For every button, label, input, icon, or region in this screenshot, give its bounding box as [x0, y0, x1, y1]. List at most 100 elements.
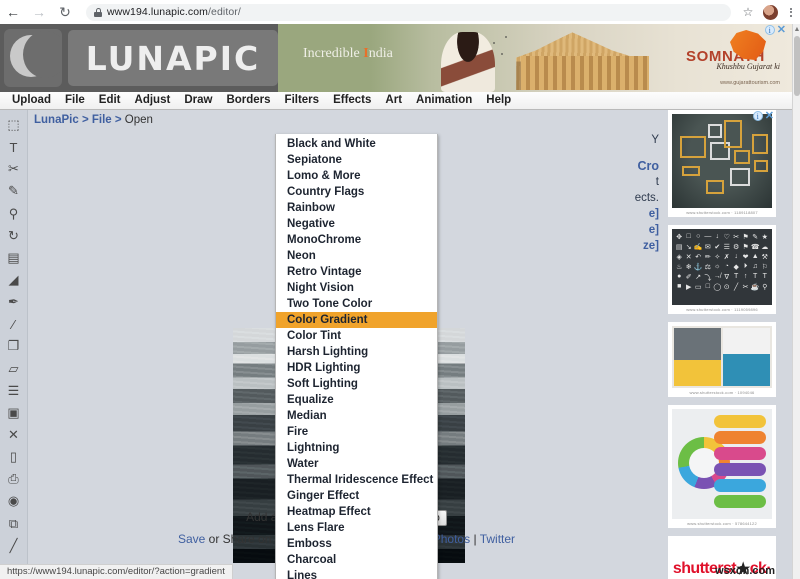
filter-item-sepiatone[interactable]: Sepiatone [276, 152, 437, 168]
reload-button[interactable]: ↻ [52, 0, 78, 24]
right-ad-rail: i ✕ www.shutterstock.com · 1189118807 ✥ □… [665, 110, 779, 579]
lunapic-logo[interactable]: LUNAPIC [0, 24, 278, 92]
ad-icon: ▶ [685, 284, 692, 291]
filter-item-retro-vintage[interactable]: Retro Vintage [276, 264, 437, 280]
page-viewport: LUNAPIC Incredible India SOMNATH Khushbu… [0, 24, 792, 579]
menu-item-edit[interactable]: Edit [92, 92, 128, 109]
filter-item-water[interactable]: Water [276, 456, 437, 472]
scrollbar-thumb[interactable] [794, 36, 800, 96]
eraser-icon[interactable]: ▱ [1, 358, 27, 380]
line-tool-icon[interactable]: ╱ [1, 535, 27, 557]
scissors-cut-icon[interactable]: ✂ [1, 158, 27, 180]
filter-item-charcoal[interactable]: Charcoal [276, 552, 437, 568]
magnifier-zoom-icon[interactable]: ⚲ [1, 203, 27, 225]
close-icon[interactable]: ✕ [765, 111, 774, 122]
filter-item-monochrome[interactable]: MonoChrome [276, 232, 437, 248]
breadcrumb-root[interactable]: LunaPic [34, 114, 79, 126]
save-link[interactable]: Save [178, 532, 205, 546]
breadcrumb-section[interactable]: File [92, 114, 112, 126]
text-tool-icon[interactable]: T [1, 136, 27, 158]
filters-dropdown-menu[interactable]: Black and White Sepiatone Lomo & More Count… [275, 134, 438, 579]
camera-icon[interactable]: ◉ [1, 490, 27, 512]
menu-item-effects[interactable]: Effects [326, 92, 378, 109]
filter-item-color-tint[interactable]: Color Tint [276, 328, 437, 344]
ad-icon: ↓ [734, 253, 738, 260]
filter-item-night-vision[interactable]: Night Vision [276, 280, 437, 296]
menu-item-borders[interactable]: Borders [219, 92, 277, 109]
filter-item-lens-flare[interactable]: Lens Flare [276, 520, 437, 536]
forward-button[interactable]: → [26, 0, 52, 24]
menu-item-filters[interactable]: Filters [278, 92, 327, 109]
icon-grid-image: ✥ □ ○ — ↓ ♡ ✂ ⚑ ✎ ★ ▤ ↘ ✍ ✉ ✔ ☰ ⚙ ⚑ ☎ ☁ ◈ ✕ ↶ ✏ ✧ ✗ ↓ ❤ ▲ ⚒ ♨ ❄ ⚓ ⚖ ☼ ◔ ◆ ⏵ ♫ ⚐… [672, 229, 772, 305]
twitter-link[interactable]: Twitter [480, 532, 515, 546]
filter-item-country-flags[interactable]: Country Flags [276, 184, 437, 200]
share-pipe: | [470, 532, 480, 546]
menu-item-help[interactable]: Help [479, 92, 518, 109]
gradient-fill-icon[interactable]: ▤ [1, 247, 27, 269]
vertical-scrollbar[interactable]: ▲ [792, 24, 800, 579]
layers-copy-icon[interactable]: ❐ [1, 335, 27, 357]
top-ad-banner[interactable]: Incredible India SOMNATH Khushbu Gujarat… [278, 24, 792, 92]
icon-set-ad[interactable]: ✥ □ ○ — ↓ ♡ ✂ ⚑ ✎ ★ ▤ ↘ ✍ ✉ ✔ ☰ ⚙ ⚑ ☎ ☁ ◈ ✕ ↶ ✏ ✧ ✗ ↓ ❤ ▲ ⚒ ♨ ❄ ⚓ ⚖ ☼ ◔ ◆ ⏵ ♫ ⚐… [668, 225, 776, 314]
menu-item-art[interactable]: Art [378, 92, 409, 109]
filter-item-hdr-lighting[interactable]: HDR Lighting [276, 360, 437, 376]
scroll-up-arrow-icon[interactable]: ▲ [793, 24, 800, 35]
ad-caption: www.shutterstock.com · 1094046 [689, 390, 755, 395]
menu-item-animation[interactable]: Animation [409, 92, 479, 109]
menu-item-adjust[interactable]: Adjust [128, 92, 178, 109]
filter-item-two-tone-color[interactable]: Two Tone Color [276, 296, 437, 312]
adchoices-info-icon[interactable]: i [752, 111, 763, 121]
ad-tagline: Incredible India [303, 46, 393, 61]
ad-icon: ⚓ [693, 264, 703, 271]
ad-icon: ✎ [752, 234, 759, 241]
address-bar[interactable]: www194.lunapic.com/editor/ [86, 3, 731, 21]
filter-item-rainbow[interactable]: Rainbow [276, 200, 437, 216]
ad-icon: ⚐ [761, 264, 768, 271]
close-icon[interactable]: ✕ [777, 25, 786, 36]
rotate-refresh-icon[interactable]: ↻ [1, 225, 27, 247]
brush-icon[interactable]: ∕ [1, 313, 27, 335]
pencil-draw-icon[interactable]: ✎ [1, 180, 27, 202]
ad-icon: ↑ [743, 273, 748, 280]
ad-icon: ☎ [750, 244, 760, 251]
filter-item-soft-lighting[interactable]: Soft Lighting [276, 376, 437, 392]
filter-item-negative[interactable]: Negative [276, 216, 437, 232]
marquee-select-icon[interactable]: ⬚ [1, 114, 27, 136]
filter-item-neon[interactable]: Neon [276, 248, 437, 264]
adchoices-info-icon[interactable]: i [764, 25, 775, 35]
filter-item-fire[interactable]: Fire [276, 424, 437, 440]
menu-item-file[interactable]: File [58, 92, 92, 109]
filter-item-lines[interactable]: Lines [276, 568, 437, 579]
back-button[interactable]: ← [0, 0, 26, 24]
filter-item-heatmap-effect[interactable]: Heatmap Effect [276, 504, 437, 520]
duplicate-icon[interactable]: ⧉ [1, 513, 27, 535]
filter-item-lomo-more[interactable]: Lomo & More [276, 168, 437, 184]
filter-item-color-gradient[interactable]: Color Gradient [276, 312, 437, 328]
filter-item-lightning[interactable]: Lightning [276, 440, 437, 456]
avatar[interactable] [763, 4, 778, 20]
flyer-template-ad[interactable]: www.shutterstock.com · 1094046 [668, 322, 776, 397]
save-disk-icon[interactable]: ▣ [1, 402, 27, 424]
open-folder-icon[interactable]: ☰ [1, 380, 27, 402]
print-icon[interactable]: ⎙ [1, 468, 27, 490]
eyedropper-icon[interactable]: ✒ [1, 291, 27, 313]
ad-icon: ⤵ [704, 275, 712, 282]
picture-frames-ad[interactable]: i ✕ www.shutterstock.com · 1189118807 [668, 110, 776, 217]
filter-item-black-and-white[interactable]: Black and White [276, 136, 437, 152]
filter-item-harsh-lighting[interactable]: Harsh Lighting [276, 344, 437, 360]
paint-bucket-icon[interactable]: ◢ [1, 269, 27, 291]
ad-icon: ■ [677, 283, 682, 290]
close-x-icon[interactable]: ✕ [1, 424, 27, 446]
filter-item-ginger-effect[interactable]: Ginger Effect [276, 488, 437, 504]
infographic-ad[interactable]: www.shutterstock.com · 578644122 [668, 405, 776, 528]
new-file-icon[interactable]: ▯ [1, 446, 27, 468]
filter-item-emboss[interactable]: Emboss [276, 536, 437, 552]
menu-item-draw[interactable]: Draw [177, 92, 219, 109]
filter-item-thermal-iridescence-effect[interactable]: Thermal Iridescence Effect [276, 472, 437, 488]
kebab-menu-icon[interactable] [782, 6, 800, 18]
ad-caption: www.shutterstock.com · 578644122 [687, 521, 757, 526]
filter-item-median[interactable]: Median [276, 408, 437, 424]
filter-item-equalize[interactable]: Equalize [276, 392, 437, 408]
menu-item-upload[interactable]: Upload [5, 92, 58, 109]
star-icon[interactable]: ☆ [737, 5, 759, 19]
